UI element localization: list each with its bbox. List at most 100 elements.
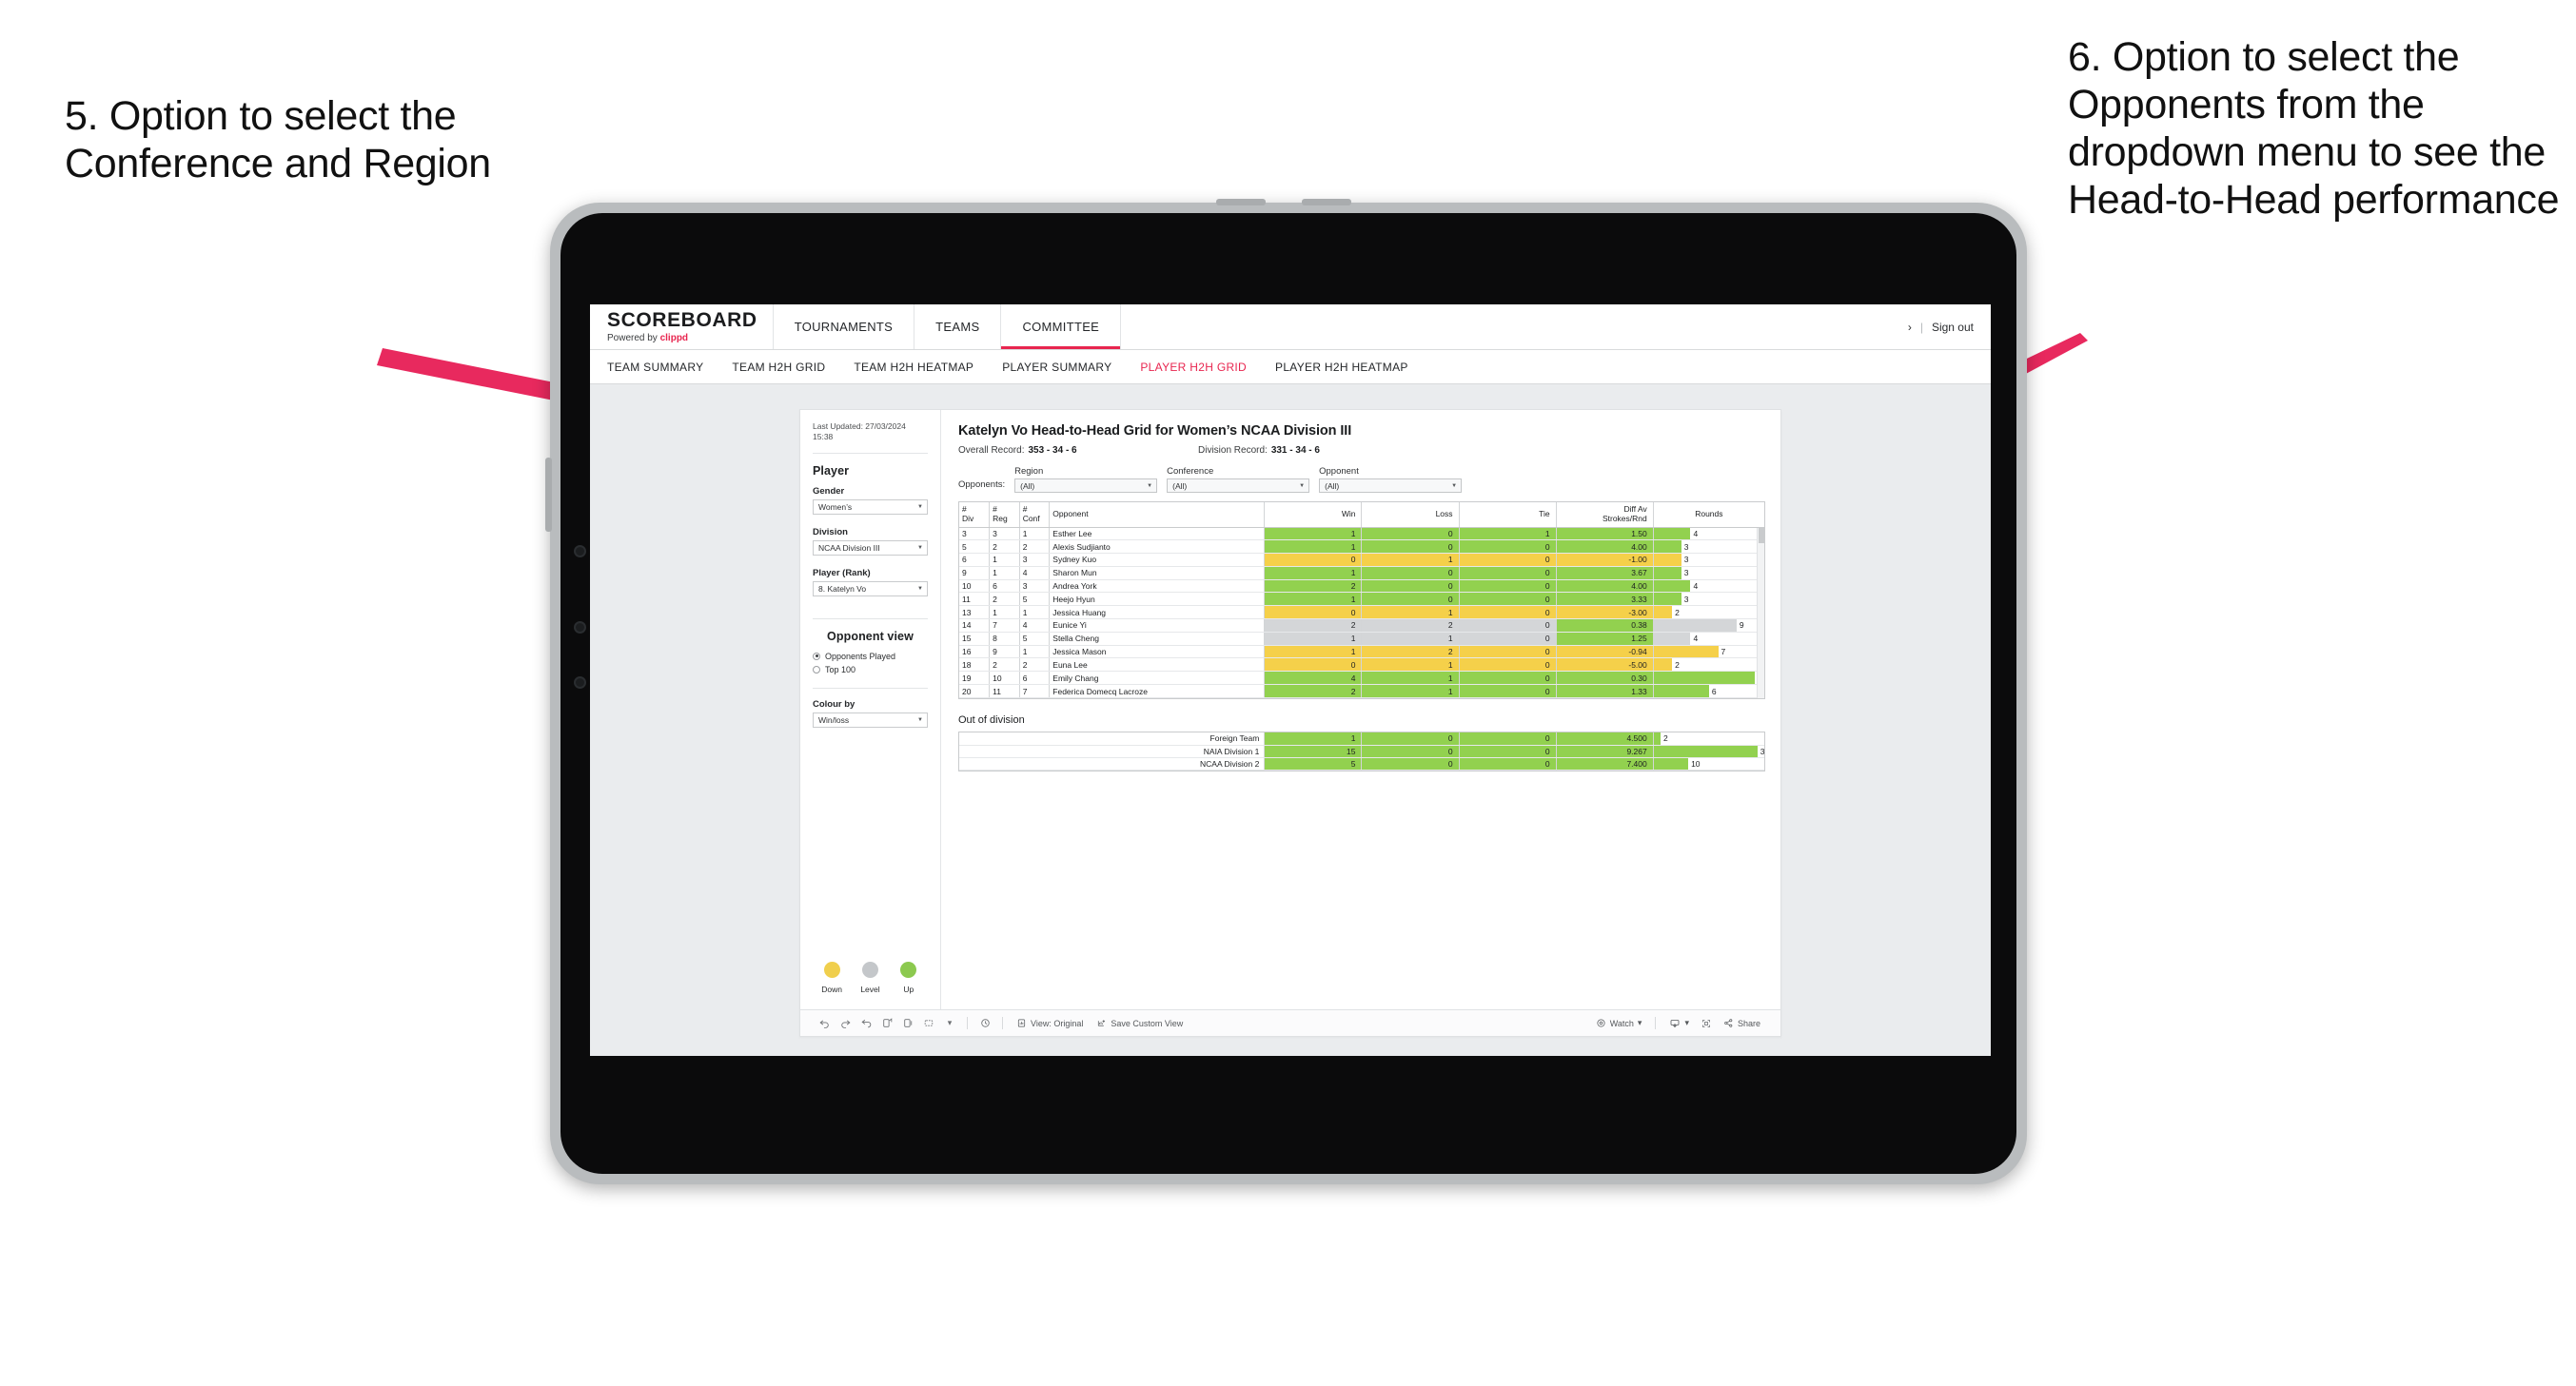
cell-diff: 0.30 <box>1556 671 1654 686</box>
table-row[interactable]: 15 8 5 Stella Cheng 1 1 0 1.25 4 <box>959 632 1764 646</box>
col-header-loss[interactable]: Loss <box>1361 502 1460 528</box>
opponent-filters: Opponents: Region (All) ▼ Conference (Al… <box>958 466 1765 493</box>
redo-icon[interactable] <box>835 1017 855 1029</box>
rounds-bar <box>1653 632 1691 645</box>
rounds-bar <box>1653 658 1673 671</box>
tab-team-h2h-grid[interactable]: TEAM H2H GRID <box>732 361 825 374</box>
radio-opponents-played[interactable]: Opponents Played <box>813 652 928 661</box>
tab-player-summary[interactable]: PLAYER SUMMARY <box>1002 361 1111 374</box>
fullscreen-icon[interactable] <box>1696 1018 1717 1029</box>
colour-by-select[interactable]: Win/loss ▼ <box>813 712 928 728</box>
toolbar-divider-3 <box>1655 1017 1657 1029</box>
table-row[interactable]: 9 1 4 Sharon Mun 1 0 0 3.67 3 <box>959 566 1764 580</box>
radio-top-100[interactable]: Top 100 <box>813 665 928 674</box>
cell-loss: 2 <box>1361 645 1460 659</box>
opponent-select[interactable]: (All) ▼ <box>1319 478 1463 493</box>
table-row[interactable]: 20 11 7 Federica Domecq Lacroze 2 1 0 1.33 6 <box>959 684 1764 698</box>
col-header-diff-av-strokes[interactable]: Diff Av Strokes/Rnd <box>1556 502 1654 528</box>
brand-logo[interactable]: SCOREBOARD Powered by clippd <box>590 304 774 349</box>
pause-data-icon[interactable] <box>897 1017 918 1029</box>
col-header-rounds[interactable]: Rounds <box>1653 502 1764 528</box>
revert-icon[interactable] <box>855 1017 876 1029</box>
cell-div: 15 <box>959 632 991 646</box>
cell-ood-loss: 0 <box>1361 732 1460 746</box>
out-of-division-row[interactable]: Foreign Team 1 0 0 4.500 2 <box>959 732 1764 746</box>
col-header-div[interactable]: # Div <box>959 502 991 528</box>
table-row[interactable]: 5 2 2 Alexis Sudjianto 1 0 0 4.00 3 <box>959 539 1764 555</box>
cell-opponent: Sydney Kuo <box>1049 553 1266 567</box>
cell-reg: 1 <box>989 553 1020 567</box>
nav-item-tournaments[interactable]: TOURNAMENTS <box>774 304 915 349</box>
region-select[interactable]: (All) ▼ <box>1014 478 1158 493</box>
undo-icon[interactable] <box>814 1017 835 1029</box>
cell-ood-diff: 9.267 <box>1556 745 1654 758</box>
gender-select[interactable]: Women’s ▼ <box>813 498 928 515</box>
cell-reg: 1 <box>989 605 1020 620</box>
player-rank-select[interactable]: 8. Katelyn Vo ▼ <box>813 580 928 596</box>
cell-loss: 1 <box>1361 605 1460 620</box>
out-of-division-row[interactable]: NCAA Division 2 5 0 0 7.400 10 <box>959 757 1764 771</box>
cell-div: 10 <box>959 579 991 594</box>
col-header-conf[interactable]: # Conf <box>1019 502 1051 528</box>
table-scrollbar[interactable] <box>1757 528 1764 698</box>
tablet-sensor-2 <box>574 621 586 634</box>
h2h-grid-table-container[interactable]: # Div # Reg # Conf Opponent Win Loss Tie Di… <box>958 501 1765 699</box>
cell-spacer <box>959 757 990 771</box>
tab-player-h2h-grid[interactable]: PLAYER H2H GRID <box>1140 361 1247 374</box>
sign-out-link[interactable]: Sign out <box>1932 321 1974 334</box>
marquee-select-icon[interactable] <box>918 1017 939 1029</box>
cell-opponent: Jessica Huang <box>1049 605 1266 620</box>
table-row[interactable]: 6 1 3 Sydney Kuo 0 1 0 -1.00 3 <box>959 553 1764 567</box>
refresh-data-icon[interactable] <box>876 1017 897 1029</box>
table-row[interactable]: 13 1 1 Jessica Huang 0 1 0 -3.00 2 <box>959 605 1764 620</box>
nav-item-committee[interactable]: COMMITTEE <box>1001 304 1122 349</box>
cell-reg: 11 <box>989 684 1020 698</box>
download-button[interactable]: ▾ <box>1662 1018 1696 1029</box>
table-row[interactable]: 10 6 3 Andrea York 2 0 0 4.00 4 <box>959 579 1764 594</box>
table-scrollbar-thumb[interactable] <box>1759 528 1764 543</box>
col-header-reg[interactable]: # Reg <box>989 502 1020 528</box>
table-row[interactable]: 11 2 5 Heejo Hyun 1 0 0 3.33 3 <box>959 592 1764 607</box>
cell-tie: 0 <box>1459 657 1557 673</box>
table-row[interactable]: 14 7 4 Eunice Yi 2 2 0 0.38 9 <box>959 618 1764 633</box>
table-row[interactable]: 18 2 2 Euna Lee 0 1 0 -5.00 2 <box>959 657 1764 673</box>
nav-item-teams[interactable]: TEAMS <box>914 304 1002 349</box>
save-custom-view-button[interactable]: Save Custom View <box>1090 1018 1190 1028</box>
watch-button[interactable]: Watch ▾ <box>1589 1018 1649 1028</box>
brand-powered-prefix: Powered by <box>607 333 658 343</box>
pause-auto-update-icon[interactable] <box>974 1017 995 1029</box>
division-select[interactable]: NCAA Division III ▼ <box>813 539 928 556</box>
table-row[interactable]: 19106Emily Chang4100.3011 <box>959 671 1764 686</box>
tab-team-h2h-heatmap[interactable]: TEAM H2H HEATMAP <box>854 361 973 374</box>
cell-opponent: Heejo Hyun <box>1049 592 1266 607</box>
col-header-win[interactable]: Win <box>1264 502 1363 528</box>
cell-ood-rounds: 10 <box>1653 757 1764 771</box>
marquee-dropdown-caret[interactable]: ▾ <box>939 1018 960 1028</box>
col-header-tie[interactable]: Tie <box>1459 502 1557 528</box>
share-button[interactable]: Share <box>1717 1018 1767 1028</box>
region-select-value: (All) <box>1020 480 1035 491</box>
rounds-bar <box>1653 579 1691 592</box>
chevron-down-icon: ▼ <box>917 544 923 551</box>
chevron-right-icon[interactable]: › <box>1908 321 1912 334</box>
table-row[interactable]: 16 9 1 Jessica Mason 1 2 0 -0.94 7 <box>959 645 1764 659</box>
conference-select[interactable]: (All) ▼ <box>1167 478 1310 493</box>
player-rank-select-value: 8. Katelyn Vo <box>818 583 867 594</box>
table-row[interactable]: 3 3 1 Esther Lee 1 0 1 1.50 4 <box>959 527 1764 541</box>
cell-div: 6 <box>959 553 991 567</box>
view-original-button[interactable]: View: Original <box>1010 1018 1090 1028</box>
cell-reg: 1 <box>989 566 1020 580</box>
watch-caret-icon: ▾ <box>1637 1018 1642 1027</box>
last-updated-text: Last Updated: 27/03/2024 15:38 <box>813 421 906 442</box>
col-header-opponent[interactable]: Opponent <box>1049 502 1266 528</box>
legend-labels: Down Level Up <box>813 985 928 994</box>
rounds-bar <box>1653 757 1689 769</box>
cell-ood-name: NCAA Division 2 <box>1049 757 1266 771</box>
rounds-value: 4 <box>1693 581 1699 592</box>
tab-player-h2h-heatmap[interactable]: PLAYER H2H HEATMAP <box>1275 361 1408 374</box>
filter-conference: Conference (All) ▼ <box>1167 466 1310 493</box>
out-of-division-row[interactable]: NAIA Division 115009.26730 <box>959 745 1764 758</box>
cell-conf: 5 <box>1019 592 1051 607</box>
tab-team-summary[interactable]: TEAM SUMMARY <box>607 361 703 374</box>
legend-swatch-down <box>823 962 840 978</box>
